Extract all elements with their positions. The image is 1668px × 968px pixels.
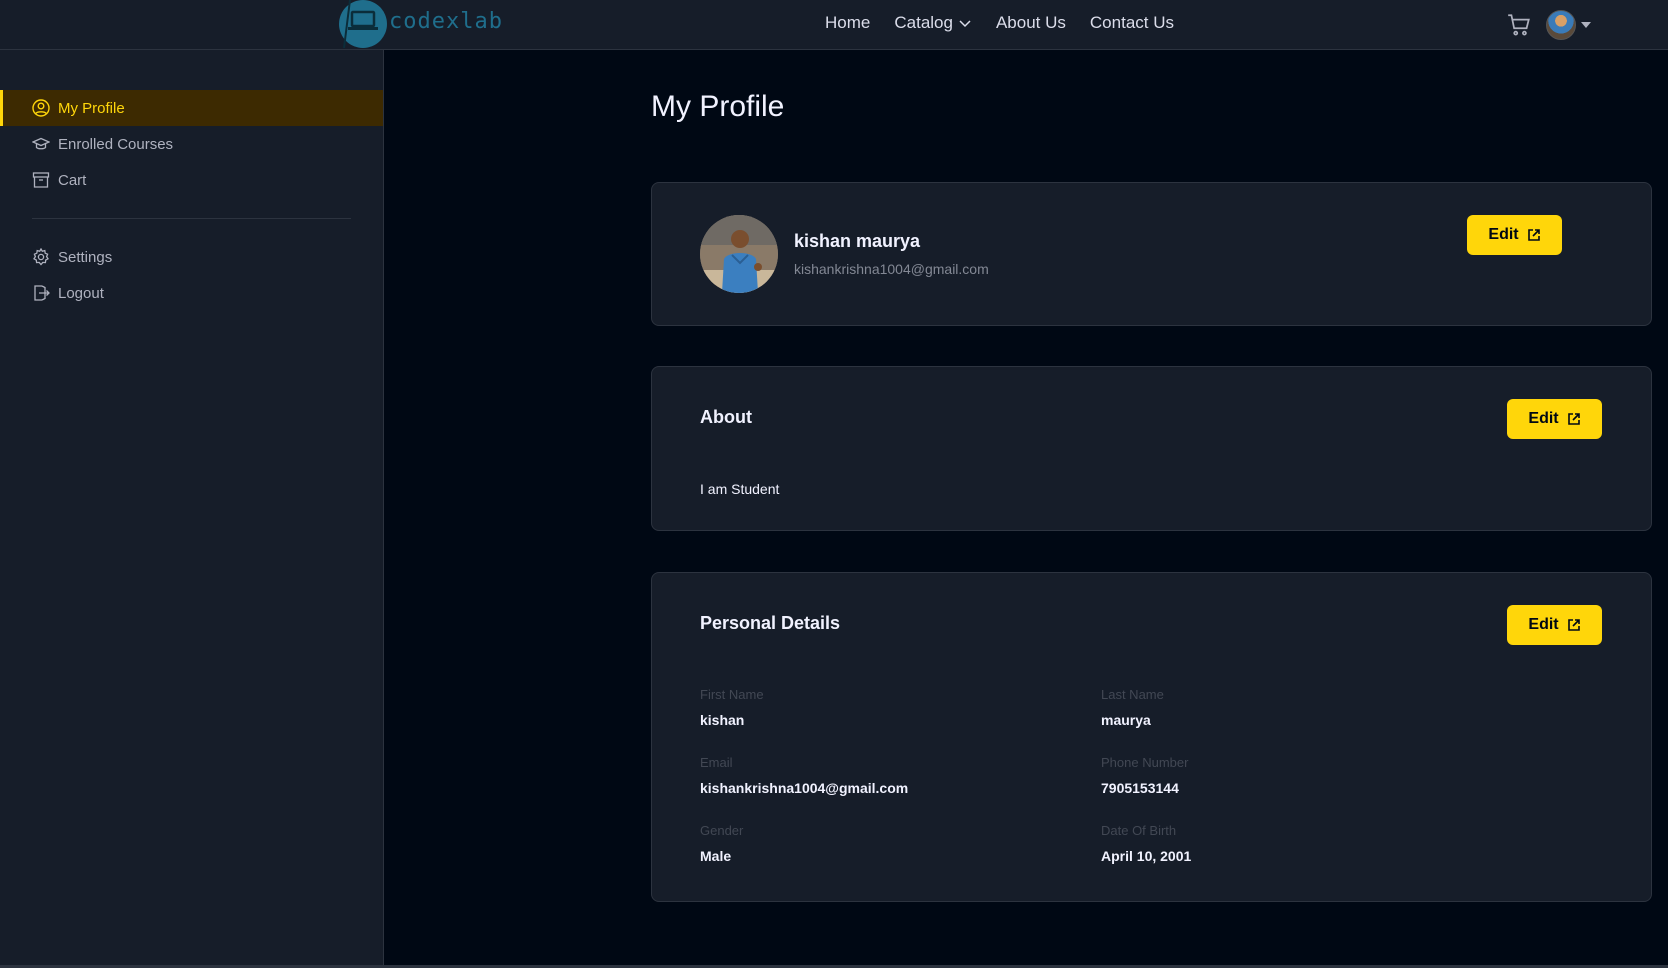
nav-catalog-label: Catalog: [894, 13, 953, 32]
field-date-of-birth: Date Of Birth April 10, 2001: [1101, 823, 1191, 864]
sidebar-item-label: Cart: [58, 171, 87, 189]
sidebar-item-label: Enrolled Courses: [58, 135, 174, 153]
gear-icon: [32, 248, 50, 266]
sidebar-item-settings[interactable]: Settings: [0, 239, 383, 275]
page-title: My Profile: [651, 90, 785, 123]
nav-home[interactable]: Home: [825, 13, 870, 33]
cart-icon[interactable]: [1506, 12, 1532, 38]
field-value: 7905153144: [1101, 780, 1179, 796]
field-label: Email: [700, 755, 733, 770]
profile-email: kishankrishna1004@gmail.com: [794, 261, 989, 277]
nav-about-us[interactable]: About Us: [996, 13, 1066, 33]
personal-details-title: Personal Details: [700, 613, 841, 633]
field-value: maurya: [1101, 712, 1151, 728]
field-first-name: First Name kishan: [700, 687, 764, 728]
nav-catalog[interactable]: Catalog: [894, 13, 972, 33]
nav-home-label: Home: [825, 13, 871, 32]
profile-name: kishan maurya: [794, 231, 921, 251]
field-label: Last Name: [1101, 687, 1164, 702]
personal-details-card: Personal Details Edit First Name kishan …: [651, 572, 1652, 902]
field-email: Email kishankrishna1004@gmail.com: [700, 755, 908, 796]
user-circle-icon: [32, 99, 50, 117]
about-title: About: [700, 407, 752, 427]
sidebar-item-logout[interactable]: Logout: [0, 275, 383, 311]
field-value: kishankrishna1004@gmail.com: [700, 780, 909, 796]
about-text: I am Student: [700, 481, 780, 497]
user-actions: [1506, 10, 1591, 40]
nav-about-us-label: About Us: [995, 13, 1066, 32]
edit-icon: [1527, 229, 1540, 241]
nav-contact-us-label: Contact Us: [1089, 13, 1174, 32]
sidebar-item-my-profile[interactable]: My Profile: [0, 90, 383, 126]
logout-icon: [32, 284, 50, 302]
field-label: Phone Number: [1101, 755, 1189, 770]
main-nav: Home Catalog About Us Contact Us: [825, 13, 1198, 33]
logo-text: codexlab: [389, 8, 503, 34]
logo-icon: [339, 0, 387, 48]
sidebar-item-label: My Profile: [58, 99, 125, 117]
about-card: About Edit I am Student: [651, 366, 1652, 531]
edit-personal-details-button[interactable]: Edit: [1507, 605, 1602, 645]
field-value: Male: [700, 848, 732, 864]
main-content: My Profile kishan maurya kishankrishna10…: [385, 50, 1668, 968]
sidebar: My Profile Enrolled Courses Cart Setting…: [0, 50, 384, 968]
sidebar-divider: [32, 218, 351, 219]
graduation-cap-icon: [32, 135, 50, 153]
logo[interactable]: codexlab: [338, 0, 503, 48]
nav-contact-us[interactable]: Contact Us: [1090, 13, 1174, 33]
field-phone-number: Phone Number 7905153144: [1101, 755, 1188, 796]
profile-card: kishan maurya kishankrishna1004@gmail.co…: [651, 182, 1652, 326]
edit-button-label: Edit: [1528, 616, 1559, 633]
top-navbar: codexlab Home Catalog About Us Contact U…: [0, 0, 1668, 50]
field-last-name: Last Name maurya: [1101, 687, 1164, 728]
field-value: kishan: [700, 712, 745, 728]
edit-button-label: Edit: [1528, 410, 1559, 427]
sidebar-item-cart[interactable]: Cart: [0, 162, 383, 198]
field-label: First Name: [700, 687, 764, 702]
sidebar-item-enrolled-courses[interactable]: Enrolled Courses: [0, 126, 383, 162]
field-label: Gender: [700, 823, 744, 838]
edit-icon: [1567, 413, 1580, 425]
field-gender: Gender Male: [700, 823, 743, 864]
chevron-down-icon: [959, 20, 971, 28]
edit-profile-button[interactable]: Edit: [1467, 215, 1562, 255]
caret-down-icon[interactable]: [1581, 21, 1591, 29]
profile-avatar: [700, 215, 778, 293]
sidebar-item-label: Settings: [58, 248, 113, 266]
avatar[interactable]: [1546, 10, 1576, 40]
edit-button-label: Edit: [1488, 226, 1519, 243]
field-value: April 10, 2001: [1101, 848, 1192, 864]
edit-about-button[interactable]: Edit: [1507, 399, 1602, 439]
sidebar-item-label: Logout: [58, 284, 104, 302]
archive-box-icon: [32, 171, 50, 189]
edit-icon: [1567, 619, 1580, 631]
field-label: Date Of Birth: [1101, 823, 1177, 838]
